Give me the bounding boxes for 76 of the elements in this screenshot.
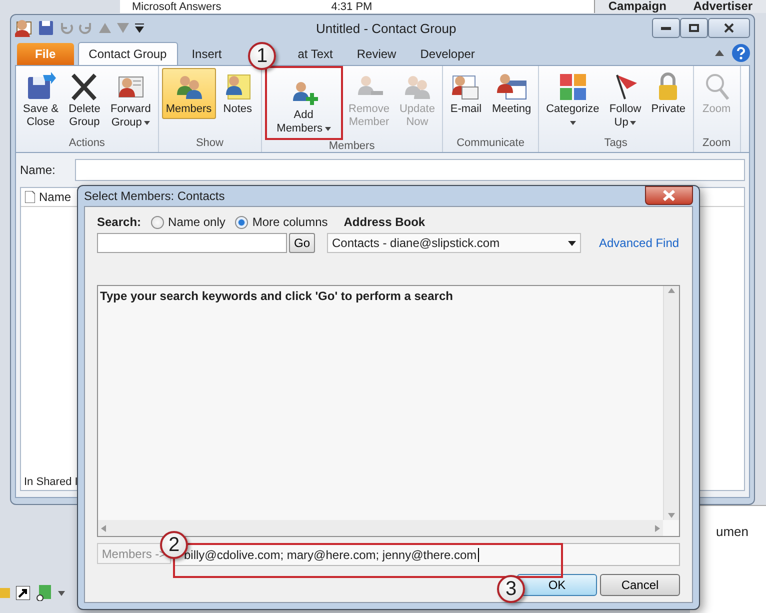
dialog-title: Select Members: Contacts <box>84 189 225 203</box>
ribbon-button[interactable]: Delete Group <box>64 68 104 132</box>
ribbon-tab[interactable]: at Text <box>288 43 343 65</box>
folder-icon <box>0 586 10 600</box>
minimize-button[interactable] <box>652 18 680 38</box>
horizontal-scrollbar[interactable] <box>98 520 663 536</box>
window-title: Untitled - Contact Group <box>316 21 456 36</box>
close-icon <box>724 23 734 33</box>
notes-icon <box>36 585 52 601</box>
down-arrow-icon <box>117 23 129 33</box>
dropdown-caret-icon <box>570 120 576 124</box>
ribbon-button[interactable]: Categorize <box>542 68 604 132</box>
maximize-button[interactable] <box>680 18 708 38</box>
contact-app-icon <box>15 19 33 37</box>
shortcut-icon <box>16 586 30 600</box>
ribbon-button[interactable]: E-mail <box>446 68 486 119</box>
down-arrow-icon <box>668 513 675 518</box>
name-field[interactable] <box>75 159 745 181</box>
left-arrow-icon <box>101 524 106 532</box>
dropdown-icon <box>568 240 576 246</box>
undo-icon <box>59 21 73 35</box>
name-label: Name: <box>20 163 56 177</box>
dropdown-caret-icon <box>324 127 330 131</box>
ribbon-button[interactable]: Follow Up <box>605 68 646 132</box>
minimize-icon <box>661 26 671 30</box>
background-text: umen <box>716 524 749 540</box>
search-radio[interactable]: Name only <box>151 215 226 229</box>
customize-icon <box>135 23 144 33</box>
search-radio[interactable]: More columns <box>235 215 328 229</box>
ribbon-button[interactable]: Save & Close <box>19 68 62 132</box>
ribbon-button[interactable]: Private <box>647 68 690 119</box>
mail-time: 4:31 PM <box>331 1 372 13</box>
group-label: Show <box>194 137 224 151</box>
close-button[interactable] <box>708 18 750 38</box>
go-button[interactable]: Go <box>289 233 315 253</box>
caret-icon <box>58 590 65 596</box>
ribbon-button[interactable]: Add Members <box>272 74 334 138</box>
up-arrow-icon <box>99 23 111 33</box>
close-icon <box>662 190 676 201</box>
dropdown-caret-icon <box>144 121 150 125</box>
dropdown-caret-icon <box>630 121 636 125</box>
address-book-dropdown[interactable]: Contacts - diane@slipstick.com <box>327 233 581 253</box>
collapse-icon <box>715 50 724 56</box>
redo-icon <box>79 21 93 35</box>
mail-subject: Microsoft Answers <box>132 1 222 13</box>
ribbon-button[interactable]: Meeting <box>488 68 536 119</box>
help-icon <box>732 44 750 62</box>
list-footer: In Shared I <box>24 476 78 488</box>
cancel-button[interactable]: Cancel <box>600 574 680 596</box>
group-label: Zoom <box>701 137 732 151</box>
vertical-scrollbar[interactable] <box>663 286 679 520</box>
column-header: Advertiser <box>693 0 753 13</box>
ribbon-tab[interactable]: Contact Group <box>78 42 178 65</box>
search-label: Search: <box>97 215 142 229</box>
column-header[interactable]: Name <box>39 190 72 204</box>
right-arrow-icon <box>655 524 660 532</box>
maximize-icon <box>689 24 699 32</box>
up-arrow-icon <box>668 288 675 293</box>
results-message: Type your search keywords and click 'Go' to perform a search <box>99 288 454 305</box>
ribbon-tab[interactable]: Insert <box>182 43 232 65</box>
save-icon <box>39 21 53 35</box>
group-label: Actions <box>68 137 106 151</box>
ribbon-button[interactable]: Forward Group <box>106 68 155 132</box>
column-header: Campaign <box>608 0 666 13</box>
close-button[interactable] <box>645 186 693 205</box>
ribbon-tab[interactable]: Review <box>346 43 406 65</box>
advanced-find-link[interactable]: Advanced Find <box>599 236 680 250</box>
group-label: Communicate <box>456 137 526 151</box>
document-icon <box>25 191 35 203</box>
group-label: Tags <box>603 137 628 151</box>
address-book-label: Address Book <box>344 215 426 229</box>
group-label: Members <box>328 140 376 152</box>
search-field[interactable] <box>97 233 287 253</box>
ribbon-tab[interactable]: Developer <box>410 43 485 65</box>
ribbon-button[interactable]: Notes <box>218 68 258 119</box>
ribbon-button[interactable]: Members <box>162 68 216 119</box>
